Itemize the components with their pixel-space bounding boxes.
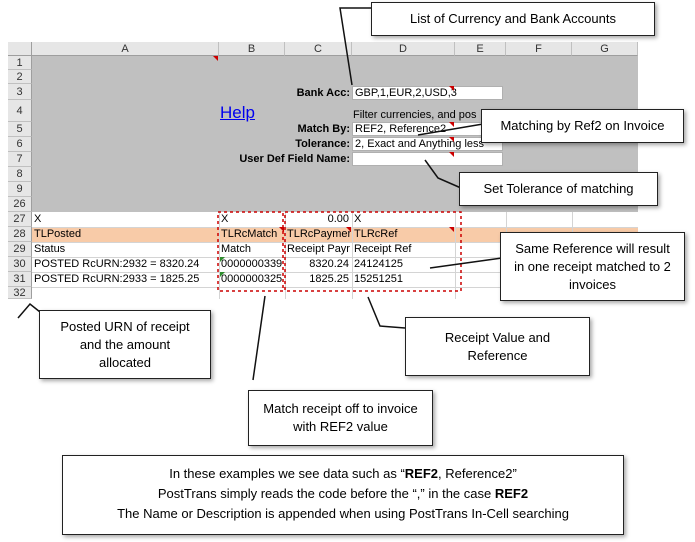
help-link[interactable]: Help (220, 103, 255, 123)
cell-b29[interactable]: Match (221, 243, 283, 256)
column-header-b[interactable]: B (219, 42, 285, 56)
match-by-label: Match By: (297, 123, 350, 135)
cell-b31[interactable]: 0000000325 (221, 273, 283, 286)
cell-d30[interactable]: 24124125 (354, 258, 452, 271)
callout-matching-ref2: Matching by Ref2 on Invoice (481, 109, 684, 143)
callout-same-reference: Same Reference will result in one receip… (500, 232, 685, 301)
row-header-2[interactable]: 2 (8, 70, 32, 84)
filter-note: Filter currencies, and pos (353, 109, 477, 121)
cell-c27[interactable]: 0.00 (287, 213, 349, 226)
row-header-9[interactable]: 9 (8, 182, 32, 197)
cell-a28[interactable]: TLPosted (34, 228, 214, 241)
cell-d31[interactable]: 15251251 (354, 273, 452, 286)
explanation-note: In these examples we see data such as “R… (62, 455, 624, 535)
cell-c29[interactable]: Receipt Payr (287, 243, 351, 256)
column-header-a[interactable]: A (32, 42, 219, 56)
cell-c28[interactable]: TLRcPaymer (287, 228, 351, 241)
note-line-1: In these examples we see data such as “R… (169, 466, 517, 481)
row-header-6[interactable]: 6 (8, 137, 32, 152)
row-header-26[interactable]: 26 (8, 197, 32, 212)
cell-b27[interactable]: X (221, 213, 281, 226)
callout-currency-bank-accounts: List of Currency and Bank Accounts (371, 2, 655, 36)
user-def-field-label: User Def Field Name: (239, 153, 350, 165)
connector-posted-urn (17, 302, 41, 319)
connector-match-receipt (252, 295, 266, 381)
row-header-3[interactable]: 3 (8, 84, 32, 100)
tolerance-label: Tolerance: (295, 138, 350, 150)
callout-receipt-value: Receipt Value and Reference (405, 317, 590, 376)
callout-posted-urn: Posted URN of receipt and the amount all… (39, 310, 211, 379)
column-header-d[interactable]: D (352, 42, 455, 56)
select-all-corner[interactable] (8, 42, 32, 56)
column-header-e[interactable]: E (455, 42, 506, 56)
cell-c30[interactable]: 8320.24 (287, 258, 349, 271)
cell-c31[interactable]: 1825.25 (287, 273, 349, 286)
column-header-f[interactable]: F (506, 42, 572, 56)
cell-a31[interactable]: POSTED RcURN:2933 = 1825.25 (34, 273, 218, 286)
cell-b28[interactable]: TLRcMatch (221, 228, 283, 241)
row-header-31[interactable]: 31 (8, 272, 32, 287)
row-header-27[interactable]: 27 (8, 212, 32, 227)
column-header-g[interactable]: G (572, 42, 638, 56)
row-header-29[interactable]: 29 (8, 242, 32, 257)
row-header-30[interactable]: 30 (8, 257, 32, 272)
note-line-3: The Name or Description is appended when… (117, 506, 569, 521)
row-header-8[interactable]: 8 (8, 167, 32, 182)
bank-acc-label: Bank Acc: (296, 87, 350, 99)
row-header-4[interactable]: 4 (8, 100, 32, 122)
bank-acc-field[interactable]: GBP,1,EUR,2,USD,3 (352, 86, 503, 100)
row-header-1[interactable]: 1 (8, 56, 32, 70)
cell-d28[interactable]: TLRcRef (354, 228, 452, 241)
callout-tolerance: Set Tolerance of matching (459, 172, 658, 206)
cell-d27[interactable]: X (354, 213, 452, 226)
note-line-2: PostTrans simply reads the code before t… (157, 486, 529, 501)
user-def-field[interactable] (352, 152, 503, 166)
row-header-32[interactable]: 32 (8, 287, 32, 299)
connector-receipt-value (367, 296, 406, 329)
cell-a27[interactable]: X (34, 213, 214, 226)
cell-d29[interactable]: Receipt Ref (354, 243, 452, 256)
callout-match-receipt: Match receipt off to invoice with REF2 v… (248, 390, 433, 446)
row-header-28[interactable]: 28 (8, 227, 32, 242)
row-header-7[interactable]: 7 (8, 152, 32, 167)
cell-a30[interactable]: POSTED RcURN:2932 = 8320.24 (34, 258, 218, 271)
cell-a29[interactable]: Status (34, 243, 214, 256)
row-header-5[interactable]: 5 (8, 122, 32, 137)
column-header-c[interactable]: C (285, 42, 352, 56)
cell-b30[interactable]: 0000000339 (221, 258, 283, 271)
